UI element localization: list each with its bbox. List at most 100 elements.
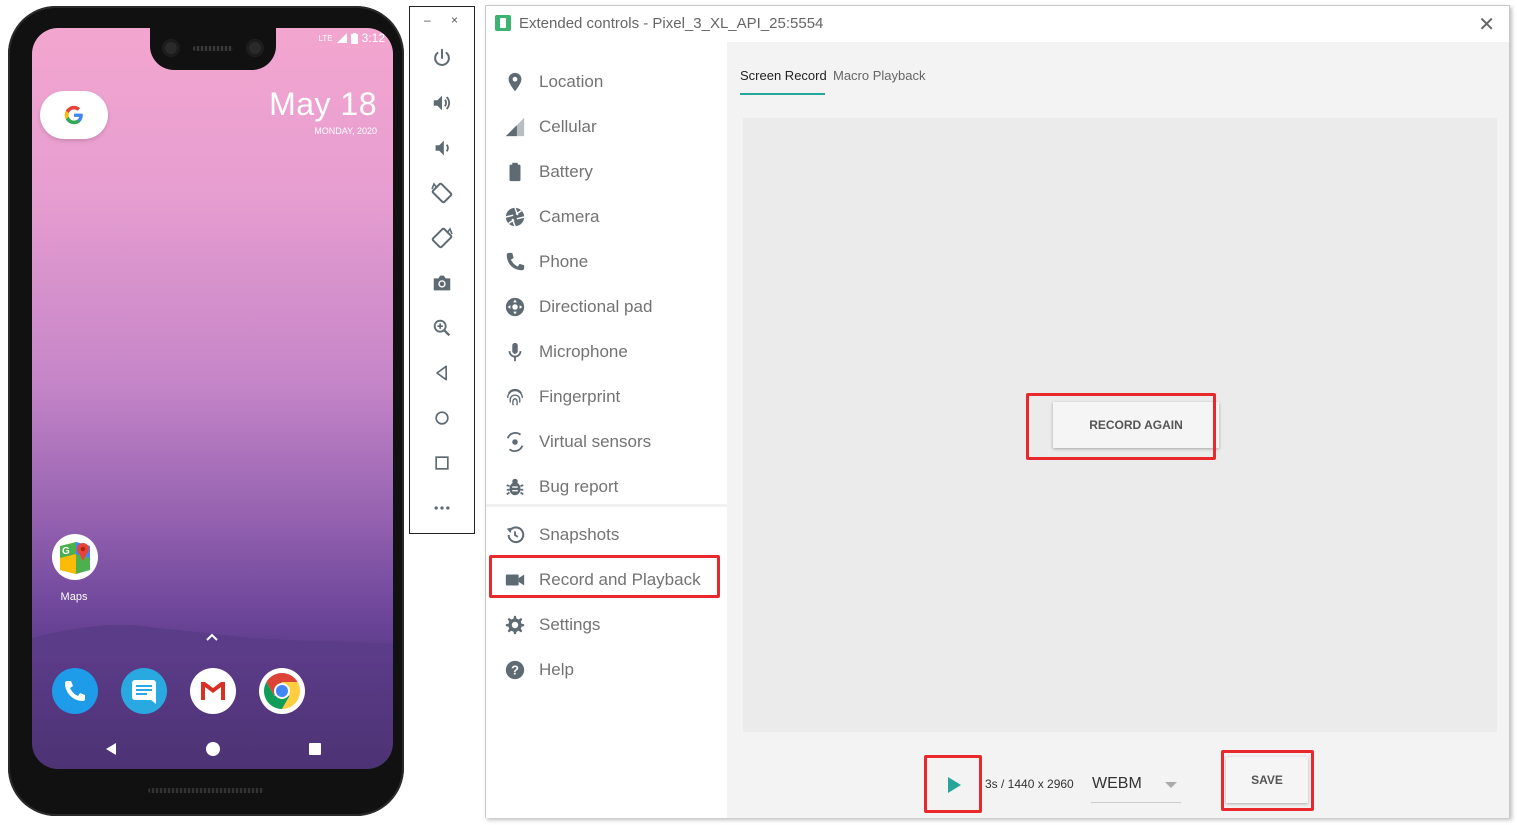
sidebar-item-snapshots[interactable]: Snapshots xyxy=(486,513,727,557)
home-icon xyxy=(435,411,449,425)
rotate-right-button[interactable] xyxy=(427,223,457,253)
extended-controls-window: Extended controls - Pixel_3_XL_API_25:55… xyxy=(485,5,1510,818)
rotate-left-button[interactable] xyxy=(427,178,457,208)
bug-icon xyxy=(502,474,528,500)
dpad-icon xyxy=(502,294,528,320)
sidebar-item-fingerprint[interactable]: Fingerprint xyxy=(486,375,727,419)
overview-button[interactable] xyxy=(427,448,457,478)
sidebar-item-label: Microphone xyxy=(539,342,628,361)
gear-icon xyxy=(502,612,528,638)
sidebar-item-help[interactable]: ? Help xyxy=(486,648,727,692)
sidebar-item-location[interactable]: Location xyxy=(486,60,727,104)
sidebar-item-label: Directional pad xyxy=(539,297,653,316)
phone-handset-icon xyxy=(502,249,528,275)
bottom-speaker xyxy=(148,788,264,793)
lockscreen-date: May 18 xyxy=(269,86,377,122)
zoom-icon xyxy=(433,319,451,337)
toolbar-minimize-button[interactable]: – xyxy=(424,13,431,27)
fingerprint-icon xyxy=(502,384,528,410)
volume-up-button[interactable] xyxy=(427,88,457,118)
more-icon xyxy=(434,506,450,510)
sidebar-item-bug-report[interactable]: Bug report xyxy=(486,465,727,509)
sidebar-item-label: Fingerprint xyxy=(539,387,621,406)
app-drawer-chevron-icon[interactable] xyxy=(206,628,218,644)
sidebar-item-label: Help xyxy=(539,660,574,679)
sidebar-item-virtual-sensors[interactable]: Virtual sensors xyxy=(486,420,727,464)
screenshot-button[interactable] xyxy=(427,268,457,298)
active-tab-indicator xyxy=(740,93,825,95)
dropdown-arrow-icon xyxy=(1165,782,1177,788)
network-type: LTE xyxy=(318,33,333,43)
phone-screen[interactable]: LTE 3:12 May 18 MONDAY, 2020 G Maps xyxy=(32,28,393,769)
status-bar: LTE 3:12 xyxy=(319,31,385,45)
format-value: WEBM xyxy=(1092,775,1142,792)
record-playback-panel: Screen Record Macro Playback RECORD AGAI… xyxy=(727,42,1509,818)
play-highlight xyxy=(924,755,982,813)
tab-macro-playback[interactable]: Macro Playback xyxy=(833,68,925,83)
home-button[interactable] xyxy=(427,403,457,433)
sidebar-item-label: Camera xyxy=(539,207,600,226)
cellular-signal-icon xyxy=(502,114,528,140)
nav-back-icon[interactable] xyxy=(104,742,118,756)
window-close-button[interactable]: ✕ xyxy=(1478,12,1495,37)
sidebar-item-label: Battery xyxy=(539,162,593,181)
save-highlight xyxy=(1221,750,1314,811)
back-icon xyxy=(436,365,447,381)
sidebar-item-settings[interactable]: Settings xyxy=(486,603,727,647)
toolbar-title-buttons: – × xyxy=(410,13,474,33)
microphone-icon xyxy=(502,339,528,365)
zoom-button[interactable] xyxy=(427,313,457,343)
window-titlebar: Extended controls - Pixel_3_XL_API_25:55… xyxy=(486,6,1509,42)
phone-nav-bar xyxy=(32,738,393,760)
maps-app-icon[interactable]: G xyxy=(52,534,98,580)
window-title: Extended controls - Pixel_3_XL_API_25:55… xyxy=(519,15,824,32)
sidebar-item-label: Virtual sensors xyxy=(539,432,652,451)
location-pin-icon xyxy=(502,69,528,95)
messages-app-icon[interactable] xyxy=(121,668,167,714)
phone-notch xyxy=(150,28,276,70)
volume-down-button[interactable] xyxy=(427,133,457,163)
toolbar-close-button[interactable]: × xyxy=(451,13,458,27)
tab-screen-record[interactable]: Screen Record xyxy=(740,68,827,83)
gmail-app-icon[interactable] xyxy=(190,668,236,714)
sidebar-item-battery[interactable]: Battery xyxy=(486,150,727,194)
camera-aperture-icon xyxy=(502,204,528,230)
more-button[interactable] xyxy=(427,493,457,523)
volume-down-icon xyxy=(435,140,449,156)
nav-overview-icon[interactable] xyxy=(308,742,322,756)
overview-icon xyxy=(435,456,449,470)
google-g-icon xyxy=(64,105,83,125)
front-camera-icon xyxy=(246,39,264,57)
emulator-app-icon xyxy=(495,15,511,31)
sidebar: Location Cellular Battery Camera Phone D… xyxy=(486,42,727,818)
sidebar-item-label: Location xyxy=(539,72,604,91)
signal-icon xyxy=(336,33,347,43)
sidebar-item-label: Settings xyxy=(539,615,601,634)
sidebar-item-phone[interactable]: Phone xyxy=(486,240,727,284)
help-icon: ? xyxy=(502,657,528,683)
nav-home-icon[interactable] xyxy=(206,742,220,756)
power-button[interactable] xyxy=(427,43,457,73)
sidebar-item-camera[interactable]: Camera xyxy=(486,195,727,239)
sidebar-item-directional-pad[interactable]: Directional pad xyxy=(486,285,727,329)
virtual-sensors-icon xyxy=(502,429,528,455)
format-select[interactable]: WEBM xyxy=(1091,774,1181,803)
svg-text:?: ? xyxy=(511,663,519,678)
sidebar-item-label: Cellular xyxy=(539,117,597,136)
front-camera-icon xyxy=(162,39,180,57)
volume-up-icon xyxy=(433,95,451,111)
power-icon xyxy=(434,48,450,66)
google-search-widget[interactable] xyxy=(40,91,108,139)
camera-icon xyxy=(433,275,451,291)
maps-app-label: Maps xyxy=(60,591,88,603)
battery-icon xyxy=(350,32,358,44)
sidebar-item-label: Phone xyxy=(539,252,589,271)
sidebar-item-cellular[interactable]: Cellular xyxy=(486,105,727,149)
battery-icon xyxy=(502,159,528,185)
phone-app-icon[interactable] xyxy=(52,668,98,714)
back-button[interactable] xyxy=(427,358,457,388)
history-icon xyxy=(502,522,528,548)
sidebar-item-microphone[interactable]: Microphone xyxy=(486,330,727,374)
chrome-app-icon[interactable] xyxy=(259,668,305,714)
record-again-highlight xyxy=(1026,393,1216,460)
